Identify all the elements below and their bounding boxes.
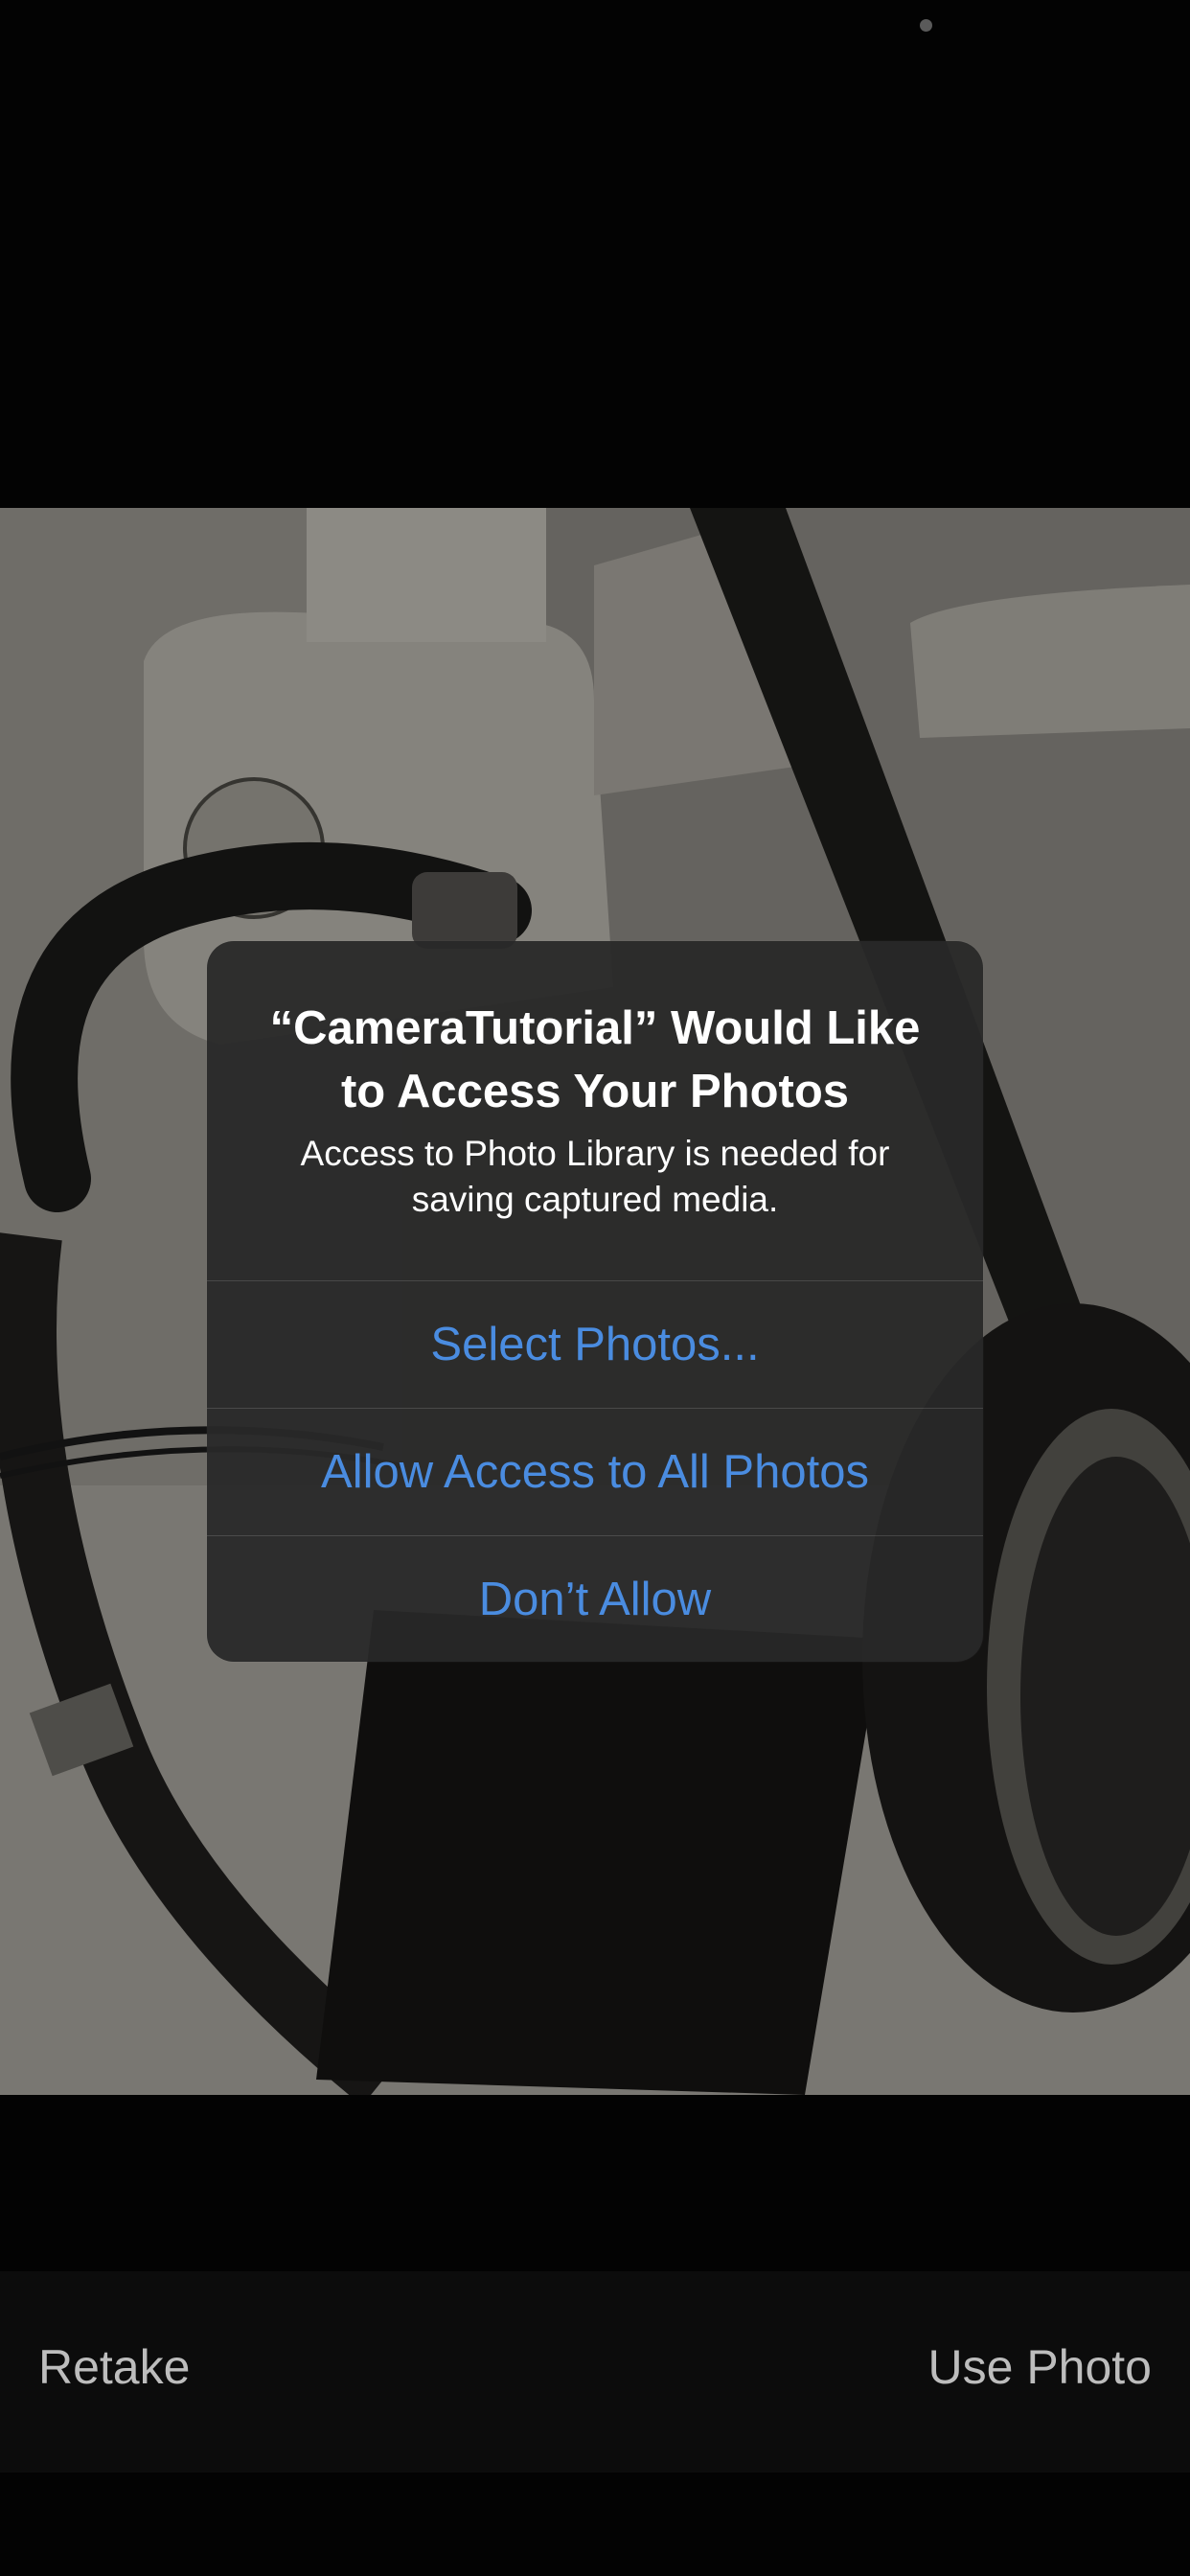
alert-header: “CameraTutorial” Would Like to Access Yo…: [207, 941, 983, 1280]
camera-indicator-dot: [920, 19, 932, 32]
photo-permission-alert: “CameraTutorial” Would Like to Access Yo…: [207, 941, 983, 1662]
retake-button[interactable]: Retake: [38, 2338, 190, 2396]
use-photo-button[interactable]: Use Photo: [928, 2338, 1152, 2396]
allow-all-photos-button[interactable]: Allow Access to All Photos: [207, 1408, 983, 1535]
select-photos-button[interactable]: Select Photos...: [207, 1280, 983, 1408]
dont-allow-button[interactable]: Don’t Allow: [207, 1535, 983, 1662]
alert-message: Access to Photo Library is needed for sa…: [300, 1134, 890, 1219]
alert-title: “CameraTutorial” Would Like to Access Yo…: [269, 1002, 921, 1117]
camera-bottom-bar: Retake Use Photo: [0, 2271, 1190, 2472]
camera-review-screen: “CameraTutorial” Would Like to Access Yo…: [0, 0, 1190, 2576]
